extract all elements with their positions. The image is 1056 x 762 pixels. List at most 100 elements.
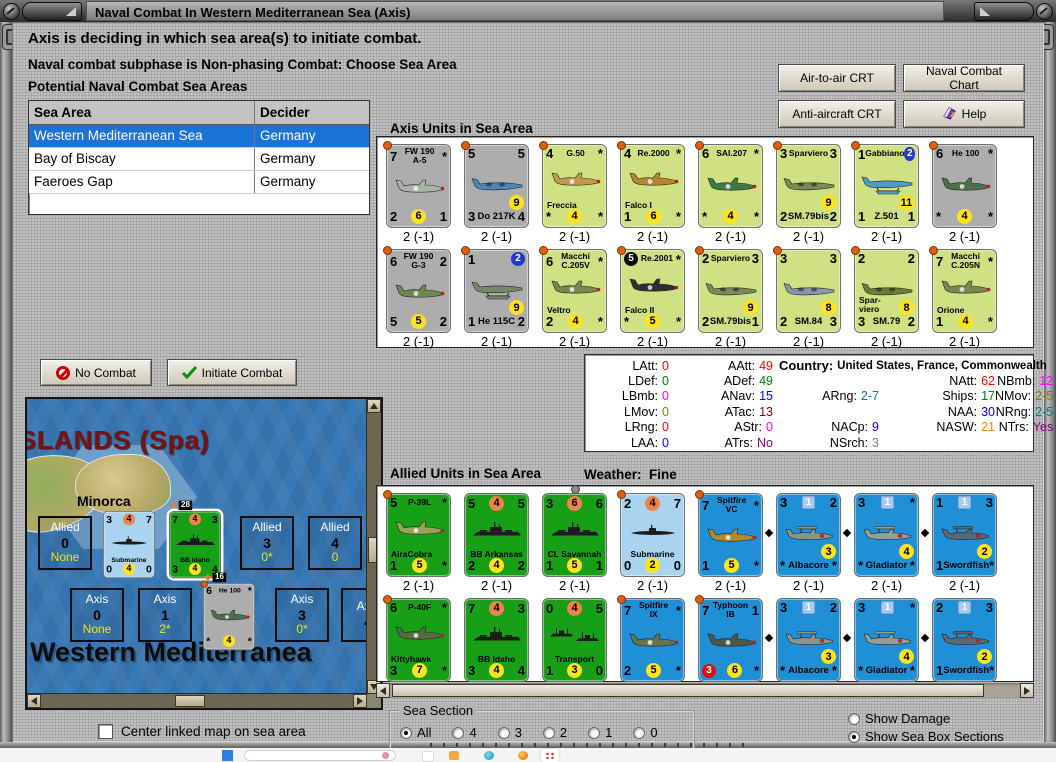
table-row[interactable]: Faeroes GapGermany	[29, 171, 369, 194]
unit-counter[interactable]: 7FW 190 A-5*261	[386, 144, 451, 228]
unit-counter[interactable]: 366CL Savannah151	[542, 493, 607, 577]
unit-counter[interactable]: 2131Swordfish*2	[932, 598, 997, 682]
sea-box-axis-3[interactable]: Axis0None	[70, 588, 124, 642]
unit-subname: BB Idaho	[465, 655, 528, 664]
scroll-up-button[interactable]	[367, 399, 381, 413]
unit-counter[interactable]: 7Typhoon IB136*	[698, 598, 763, 682]
windows-logo-icon[interactable]	[222, 750, 233, 761]
unit-counter[interactable]: 6SAI.207**4*	[698, 144, 763, 228]
initiate-combat-button[interactable]: Initiate Combat	[167, 359, 297, 386]
radio-icon[interactable]	[633, 727, 645, 739]
sea-box-axis-5[interactable]: Axis30*	[275, 588, 329, 642]
unit-counter[interactable]: 1Gabbiano21Z.501111	[854, 144, 919, 228]
unit-counter[interactable]: 7Spitfire IX*25*	[620, 598, 685, 682]
unit-counter[interactable]: 743BB Idaho344	[464, 598, 529, 682]
sea-section-option-3[interactable]: 3	[498, 725, 522, 740]
map-unit-counter[interactable]: 166He 100**4*	[203, 583, 255, 650]
taskbar-search-input[interactable]	[244, 750, 396, 761]
radio-icon[interactable]	[498, 727, 510, 739]
help-button[interactable]: Help	[903, 100, 1025, 128]
unit-counter[interactable]: 5Re.2001*Falco II*5*	[620, 249, 685, 333]
air-to-air-crt-button[interactable]: Air-to-air CRT	[778, 64, 896, 92]
radio-icon[interactable]	[543, 727, 555, 739]
unit-counter[interactable]: 553Do 217K49	[464, 144, 529, 228]
unit-counter[interactable]: 6FW 190 G-32552	[386, 249, 451, 333]
center-map-option[interactable]: Center linked map on sea area	[98, 724, 306, 739]
unit-counter[interactable]: 31**Gladiator*4	[854, 598, 919, 682]
naval-combat-chart-button[interactable]: Naval Combat Chart	[903, 64, 1025, 92]
unit-counter[interactable]: 6P-40F*Kittyhawk37*	[386, 598, 451, 682]
unit-counter[interactable]: 121He 115C29	[464, 249, 529, 333]
unit-counter[interactable]: 2Sparviero32SM.79bis19	[698, 249, 763, 333]
window-close-button[interactable]	[974, 2, 1034, 21]
sea-box-axis-4[interactable]: Axis12*	[138, 588, 192, 642]
radio-icon[interactable]	[452, 727, 464, 739]
unit-counter[interactable]: 312*Albacore*3	[776, 598, 841, 682]
sea-area-map[interactable]: SLANDS (Spa) Minorca Western Mediterrane…	[25, 397, 383, 710]
map-horizontal-scrollbar[interactable]	[27, 693, 367, 708]
scroll-left-button[interactable]	[376, 683, 390, 698]
radio-icon[interactable]	[588, 727, 600, 739]
unit-counter[interactable]: 5P-39L*AiraCobra15*	[386, 493, 451, 577]
sea-box-allied-0[interactable]: Allied0None	[38, 516, 92, 570]
unit-counter[interactable]: 332SM.8438	[776, 249, 841, 333]
unit-counter[interactable]: 3Sparviero32SM.79bis29	[776, 144, 841, 228]
unit-counter[interactable]: 7Macchi C.205N*Orione14*	[932, 249, 997, 333]
no-combat-button[interactable]: No Combat	[40, 359, 152, 386]
sea-box-allied-2[interactable]: Allied40	[308, 516, 362, 570]
scroll-right-button[interactable]	[1020, 683, 1034, 698]
taskbar-app-icon[interactable]	[422, 751, 434, 762]
map-unit-counter[interactable]: 28743BB Idaho344	[169, 511, 221, 578]
unit-counter[interactable]: 4Re.2000*Falco I16*	[620, 144, 685, 228]
window-knob-icon[interactable]	[1036, 3, 1053, 20]
unit-counter[interactable]: 743BB Idaho344	[169, 511, 221, 578]
unit-counter[interactable]: 312*Albacore*3	[776, 493, 841, 577]
sea-section-option-0[interactable]: 0	[633, 725, 657, 740]
allied-panel-scrollbar[interactable]	[376, 683, 1034, 698]
sea-section-option-1[interactable]: 1	[588, 725, 612, 740]
unit-counter[interactable]: 4G.50*Freccia*4*	[542, 144, 607, 228]
sea-section-option-4[interactable]: 4	[452, 725, 476, 740]
map-unit-counter[interactable]: 347Submarine040	[103, 511, 155, 578]
sea-box-axis-6[interactable]: Axis4	[341, 588, 367, 642]
unit-counter[interactable]: 6Macchi C.205V*Veltro24*	[542, 249, 607, 333]
unit-counter[interactable]: 247Submarine020	[620, 493, 685, 577]
table-row[interactable]: Western Mediterranean SeaGermany	[29, 125, 369, 148]
unit-counter[interactable]: 545BB Arkansas242	[464, 493, 529, 577]
anti-aircraft-crt-button[interactable]: Anti-aircraft CRT	[778, 100, 896, 128]
sea-box-allied-1[interactable]: Allied30*	[240, 516, 294, 570]
view-option-show-sea-box-sections[interactable]: Show Sea Box Sections	[848, 729, 1004, 744]
unit-counter[interactable]: 1131Swordfish*2	[932, 493, 997, 577]
sea-section-option-all[interactable]: All	[400, 725, 431, 740]
scroll-left-button[interactable]	[27, 694, 41, 708]
unit-counter[interactable]: 22Spar- viero3SM.7928	[854, 249, 919, 333]
unit-counter[interactable]: 045Transport130	[542, 598, 607, 682]
combat-factor-circle: 5	[724, 558, 739, 573]
unit-counter[interactable]: 6He 100**4*	[203, 583, 255, 650]
scroll-thumb[interactable]	[392, 684, 984, 697]
sea-section-option-2[interactable]: 2	[543, 725, 567, 740]
view-option-show-damage[interactable]: Show Damage	[848, 711, 1004, 726]
window-knob-icon[interactable]	[3, 3, 20, 20]
unit-counter[interactable]: 7Spitfire VC*15*	[698, 493, 763, 577]
taskbar[interactable]	[0, 748, 1056, 762]
window-menu-button[interactable]	[22, 2, 82, 21]
title-bar[interactable]: Naval Combat In Western Mediterranean Se…	[0, 0, 1056, 23]
table-row[interactable]: Bay of BiscayGermany	[29, 148, 369, 171]
active-game-icon[interactable]	[541, 749, 559, 762]
map-view[interactable]: SLANDS (Spa) Minorca Western Mediterrane…	[27, 399, 367, 694]
scroll-right-button[interactable]	[353, 694, 367, 708]
radio-icon[interactable]	[400, 727, 412, 739]
edge-browser-icon[interactable]	[484, 751, 494, 760]
radio-icon[interactable]	[848, 713, 860, 725]
firefox-icon[interactable]	[518, 751, 528, 760]
unit-counter[interactable]: 31**Gladiator*4	[854, 493, 919, 577]
radio-icon[interactable]	[848, 731, 860, 743]
scroll-thumb[interactable]	[175, 695, 205, 707]
file-explorer-icon[interactable]	[449, 751, 459, 760]
unit-counter[interactable]: 6He 100**4*	[932, 144, 997, 228]
bottom-right-value: 4	[518, 664, 525, 677]
center-map-checkbox[interactable]	[98, 724, 113, 739]
unit-counter[interactable]: 347Submarine040	[103, 511, 155, 578]
unit-art-icon	[465, 511, 528, 550]
